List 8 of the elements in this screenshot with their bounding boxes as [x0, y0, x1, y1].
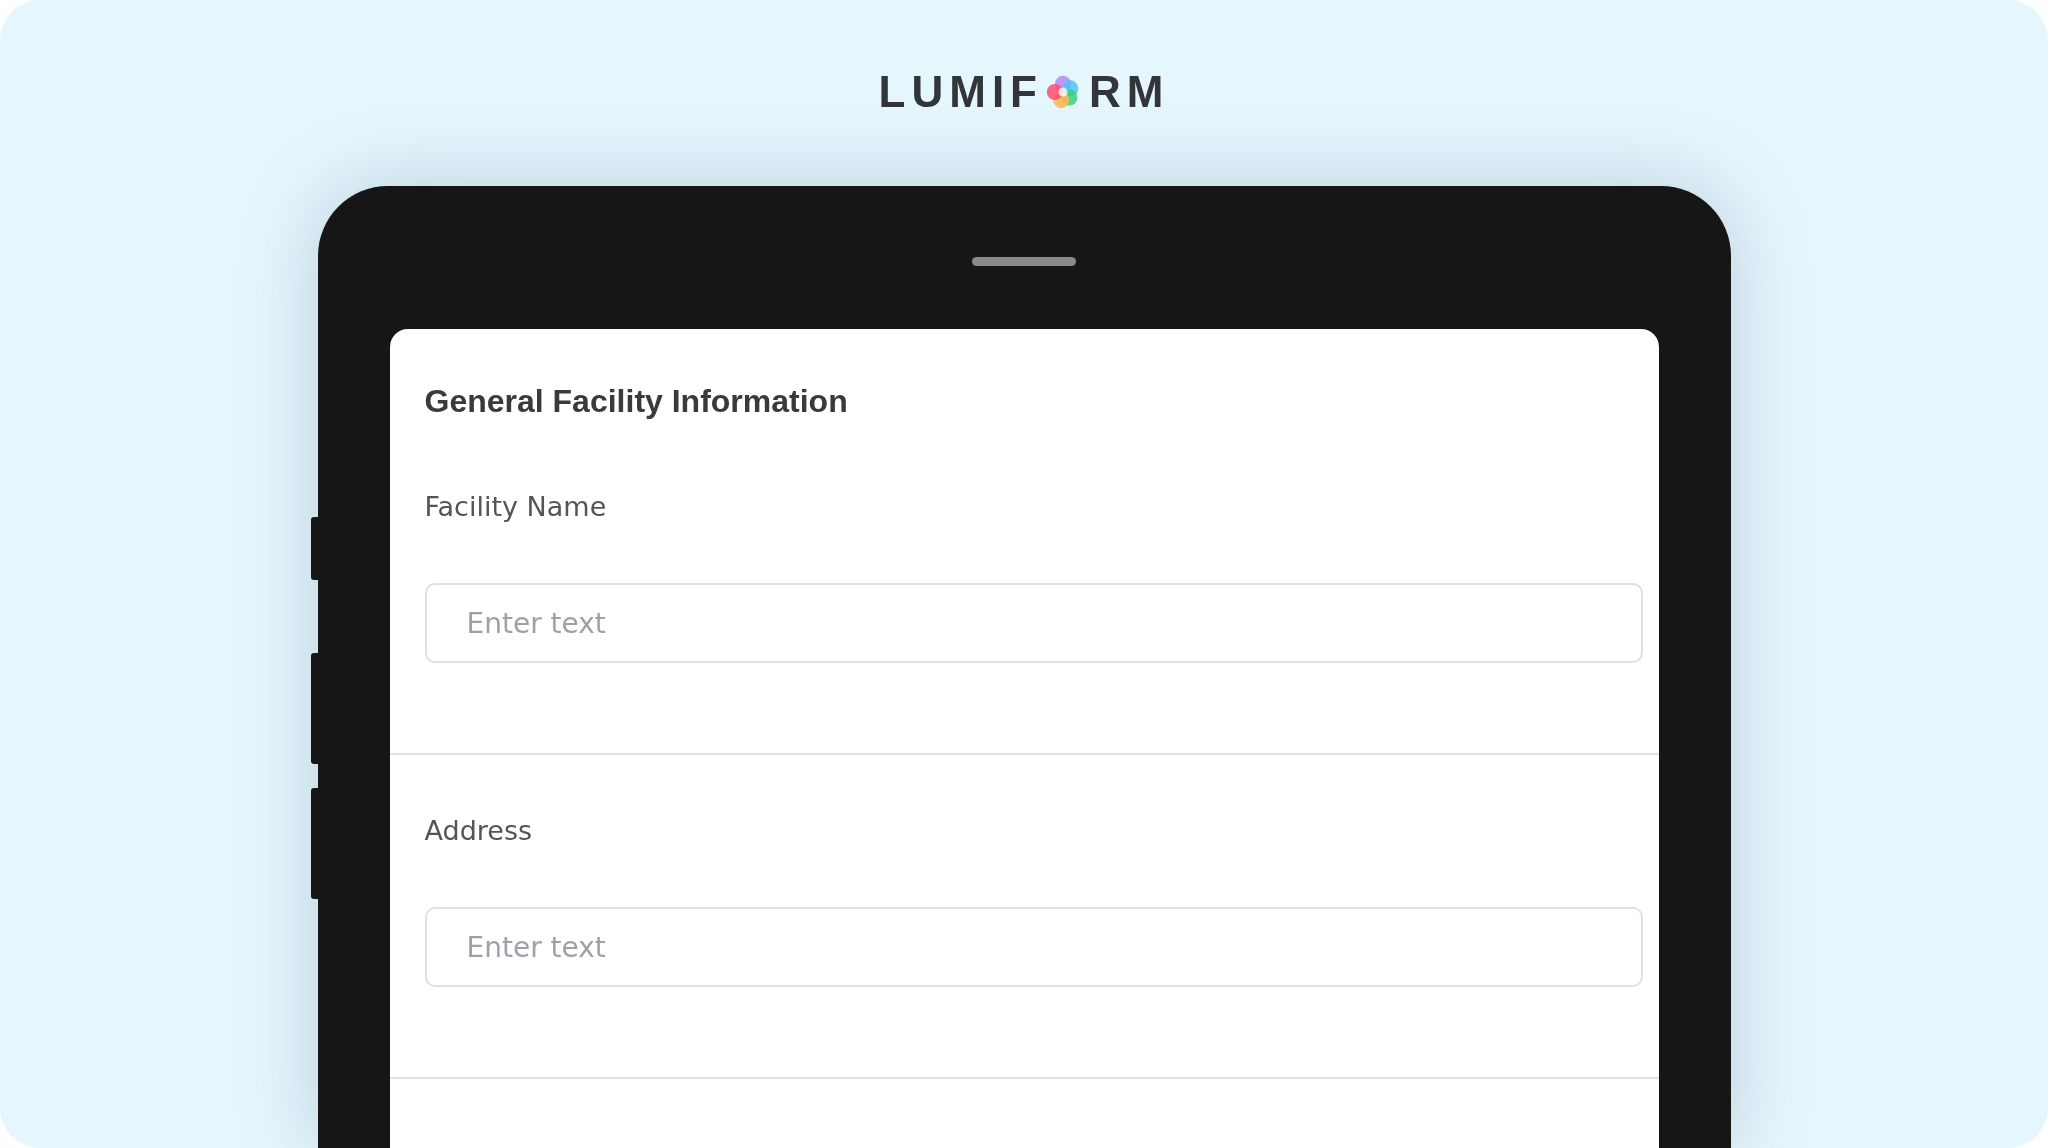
field-label: Facility Name — [424, 490, 608, 524]
logo-text: RM — [1089, 72, 1170, 112]
input-field[interactable]: Enter text — [424, 907, 1643, 987]
input-field[interactable]: Enter text — [424, 583, 1643, 663]
section-title: General Facility Information — [423, 382, 849, 421]
field-label: Address — [424, 814, 534, 848]
logo-text: LUMIF — [878, 72, 1043, 112]
flower-logo-icon — [1045, 74, 1081, 110]
